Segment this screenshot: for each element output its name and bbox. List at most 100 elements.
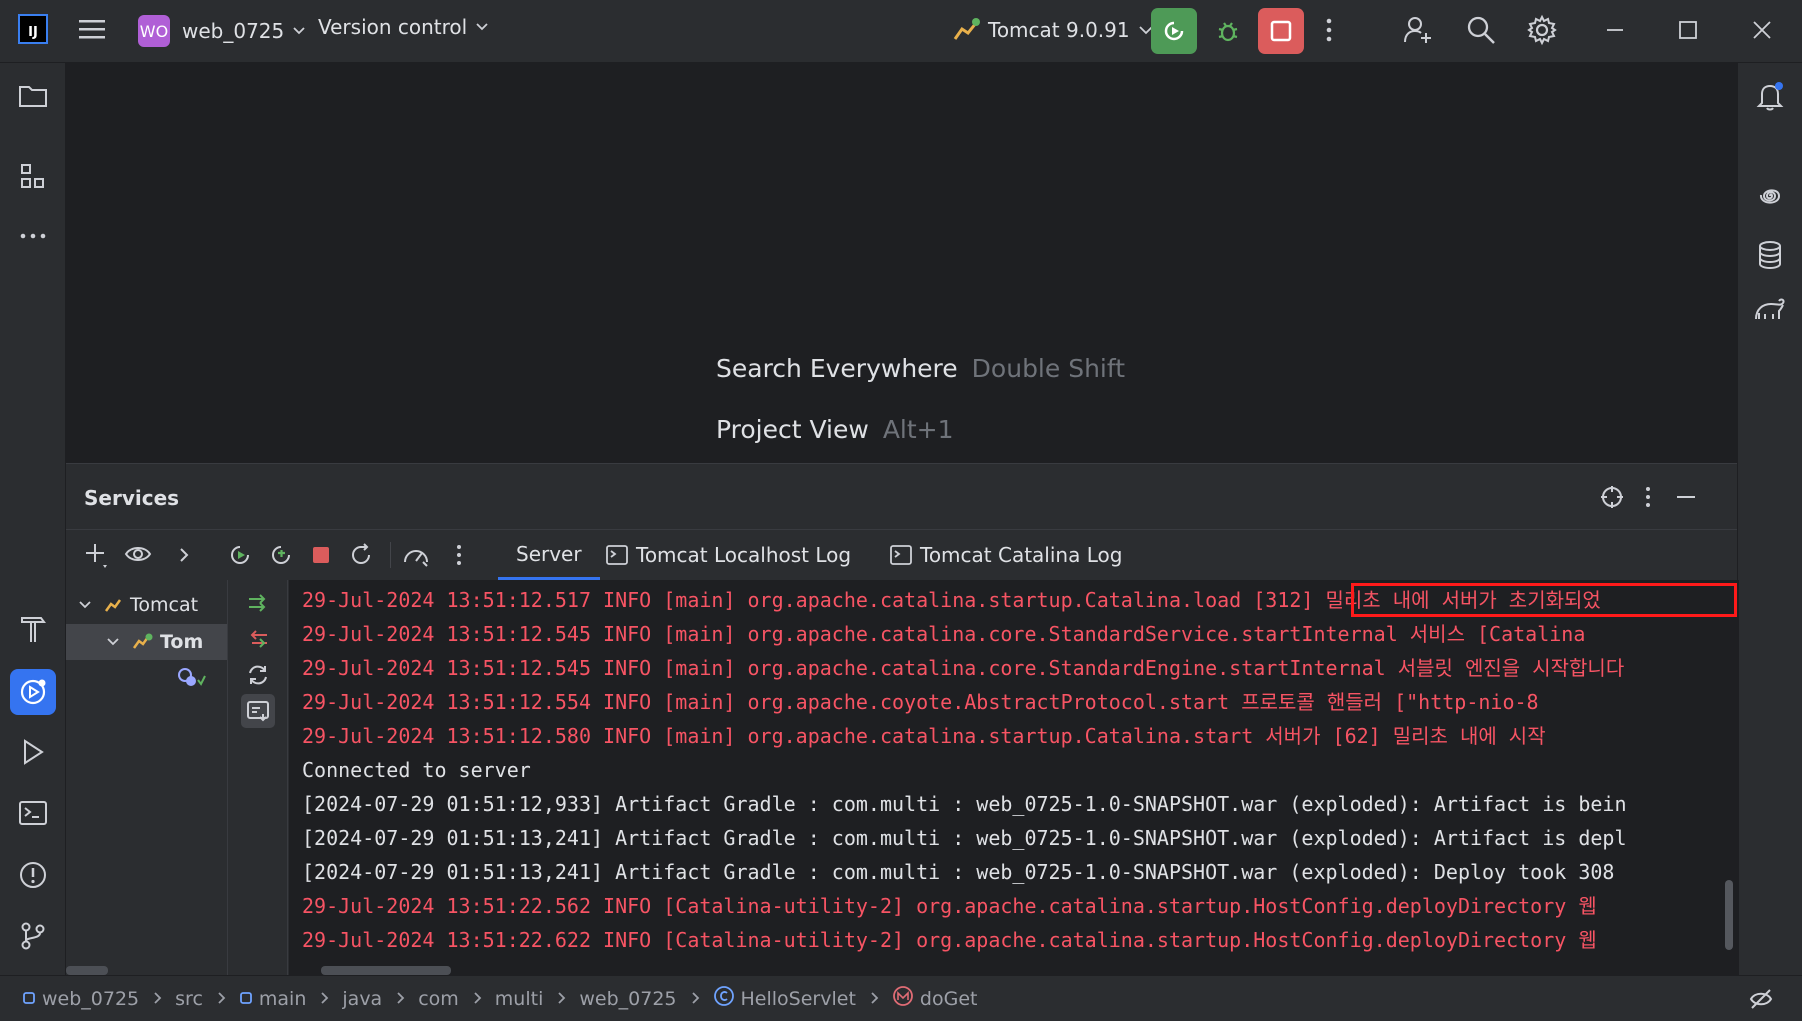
tree-node-tomcat[interactable]: Tomcat — [66, 587, 198, 623]
breadcrumb-item[interactable]: multi — [495, 988, 580, 1010]
add-icon — [86, 544, 107, 568]
restart-service-button[interactable] — [344, 538, 378, 572]
show-output-button[interactable] — [241, 694, 275, 728]
debug-button[interactable] — [1205, 8, 1251, 54]
tree-node-label: Tom — [160, 631, 204, 653]
toolbar-more-button[interactable] — [442, 538, 476, 572]
panel-options-button[interactable] — [1630, 479, 1666, 515]
inspection-toggle[interactable] — [1748, 986, 1774, 1016]
breadcrumb-item[interactable]: java — [342, 988, 418, 1010]
stop-service-button[interactable] — [304, 538, 338, 572]
search-button[interactable] — [1465, 14, 1497, 46]
close-window-button[interactable] — [1752, 20, 1772, 40]
rerun-button[interactable] — [1151, 8, 1197, 54]
tree-horizontal-scrollbar[interactable] — [66, 966, 108, 975]
add-service-button[interactable] — [80, 538, 114, 572]
services-toolbar: Server Tomcat Localhost Log Tomcat Catal… — [66, 529, 1737, 580]
tab-label: Server — [516, 541, 582, 566]
breadcrumb-label: doGet — [919, 987, 978, 1010]
minimize-button[interactable] — [1605, 20, 1625, 40]
notifications-button[interactable] — [1747, 73, 1793, 119]
services-panel: Services Server Tomcat Localhost Log Tom… — [66, 463, 1739, 976]
console-vertical-scrollbar[interactable] — [1725, 880, 1733, 950]
database-button[interactable] — [1747, 232, 1793, 278]
breadcrumb-item[interactable]: src — [175, 988, 239, 1010]
settings-button[interactable] — [1526, 14, 1558, 46]
hint-shortcut: Alt+1 — [882, 415, 954, 444]
problems-tool-button[interactable] — [10, 852, 56, 898]
right-tool-window-bar — [1737, 63, 1802, 975]
build-tool-button[interactable] — [10, 606, 56, 652]
more-actions-button[interactable] — [1325, 17, 1333, 43]
tab-tomcat-catalina-log[interactable]: Tomcat Catalina Log — [890, 530, 1122, 580]
debug-bug-icon — [1218, 22, 1238, 42]
more-vertical-icon — [457, 545, 461, 565]
breadcrumb-item[interactable]: main — [239, 988, 342, 1010]
tree-node-tomcat-server[interactable]: Tom — [66, 624, 227, 660]
tab-server[interactable]: Server — [498, 530, 600, 580]
console-horizontal-scrollbar[interactable] — [321, 966, 451, 975]
git-tool-button[interactable] — [10, 913, 56, 959]
stop-icon — [1270, 20, 1292, 42]
breadcrumb-label: com — [418, 987, 459, 1010]
profiler-button[interactable] — [399, 538, 433, 572]
breadcrumb-label: multi — [494, 987, 544, 1010]
terminal-tool-button[interactable] — [10, 790, 56, 836]
app-logo-icon[interactable]: IJ — [18, 14, 48, 44]
console-line: 29-Jul-2024 13:51:12.545 INFO [main] org… — [302, 622, 1586, 646]
console-line: Connected to server — [302, 758, 531, 782]
run-tool-button[interactable] — [10, 729, 56, 775]
project-view-hint[interactable]: Project View Alt+1 — [716, 415, 954, 444]
chevron-right-icon — [320, 988, 330, 1010]
breadcrumb-item[interactable]: web_0725 — [22, 988, 175, 1010]
search-everywhere-hint[interactable]: Search Everywhere Double Shift — [716, 354, 1125, 383]
maximize-button[interactable] — [1678, 20, 1698, 40]
tree-node-artifact[interactable] — [66, 660, 206, 696]
folder-icon — [19, 86, 47, 107]
redeploy-button[interactable] — [264, 538, 298, 572]
services-tool-button[interactable] — [10, 669, 56, 715]
undeploy-all-button[interactable] — [241, 622, 275, 656]
select-in-tree-button[interactable] — [1594, 479, 1630, 515]
services-icon — [20, 679, 46, 705]
breadcrumb-item[interactable]: web_0725 — [579, 988, 712, 1010]
structure-tool-button[interactable] — [10, 153, 56, 199]
code-with-me-button[interactable] — [1402, 14, 1434, 46]
breadcrumb-item[interactable]: doGet — [892, 985, 978, 1012]
hide-panel-button[interactable] — [1668, 479, 1704, 515]
chevron-down-icon — [79, 601, 91, 609]
expand-toolbar-button[interactable] — [167, 538, 201, 572]
console-line: 29-Jul-2024 13:51:12.554 INFO [main] org… — [302, 690, 1539, 714]
project-badge: WO — [138, 15, 170, 47]
more-tools-button[interactable] — [10, 213, 56, 259]
hamburger-menu-icon[interactable] — [78, 17, 106, 41]
deploy-all-button[interactable] — [241, 586, 275, 620]
chevron-right-icon — [396, 988, 406, 1010]
tomcat-icon — [104, 599, 122, 612]
undeploy-arrow-icon — [250, 630, 267, 648]
breadcrumb-item[interactable]: HelloServlet — [713, 985, 892, 1012]
update-app-button[interactable] — [223, 538, 257, 572]
breadcrumb-item[interactable]: com — [418, 988, 495, 1010]
view-options-button[interactable] — [122, 538, 156, 572]
tab-tomcat-localhost-log[interactable]: Tomcat Localhost Log — [606, 530, 851, 580]
more-horizontal-icon — [20, 233, 46, 239]
project-switcher[interactable]: WO web_0725 — [138, 15, 306, 47]
update-running-icon — [231, 546, 249, 564]
ai-assistant-button[interactable] — [1747, 173, 1793, 219]
crosshair-icon — [1601, 486, 1623, 508]
stop-button[interactable] — [1258, 8, 1304, 54]
gradle-button[interactable] — [1747, 286, 1793, 332]
breadcrumb-label: src — [175, 987, 203, 1010]
refresh-deployments-button[interactable] — [241, 658, 275, 692]
refresh-icon — [249, 665, 267, 685]
chevron-right-icon — [153, 988, 163, 1010]
console-line: 29-Jul-2024 13:51:22.622 INFO [Catalina-… — [302, 928, 1597, 952]
project-tool-button[interactable] — [10, 73, 56, 119]
server-console-output[interactable]: 29-Jul-2024 13:51:12.517 INFO [main] org… — [289, 580, 1739, 976]
tomcat-icon — [953, 18, 980, 40]
minimize-icon — [1607, 29, 1623, 31]
run-config-selector[interactable]: Tomcat 9.0.91 — [952, 15, 1154, 45]
artifact-deployed-icon — [178, 668, 206, 686]
version-control-menu[interactable]: Version control — [318, 15, 489, 39]
